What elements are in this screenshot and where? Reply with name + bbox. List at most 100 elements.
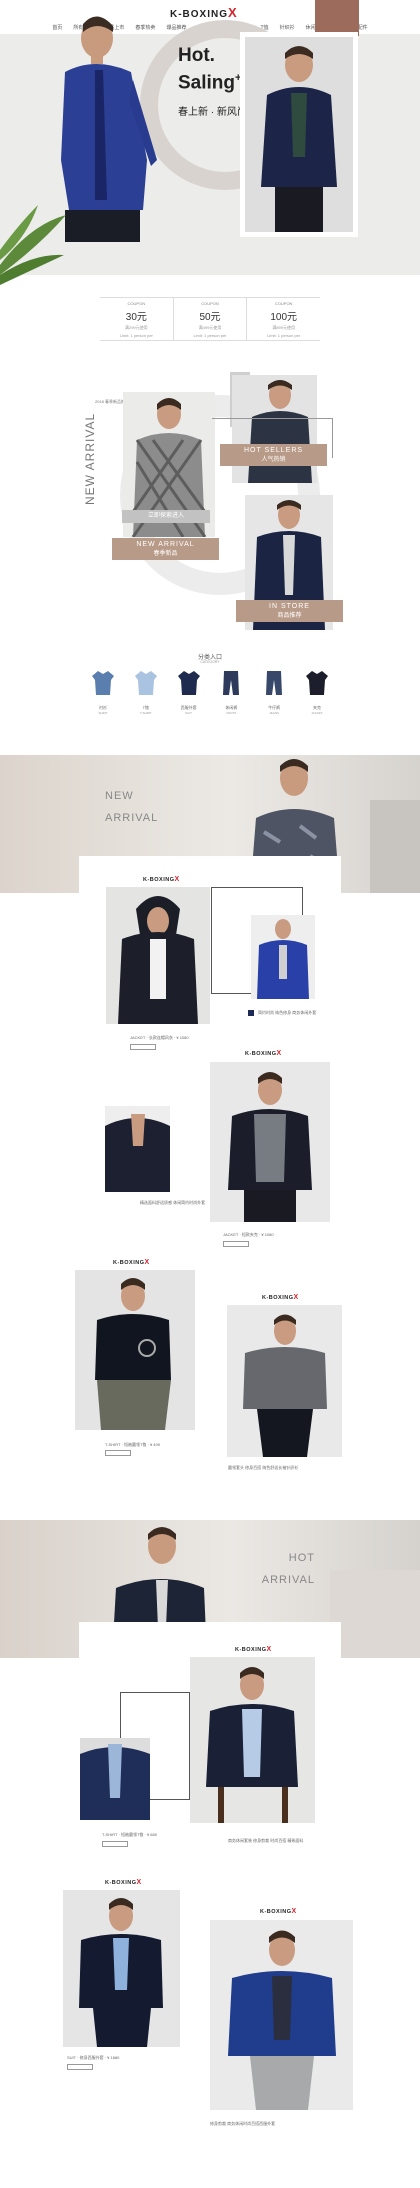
coupon-value: 50元 <box>199 312 221 323</box>
category-list: 衬衫 SHIRT T恤 T-SHIRT 西服外套 SUIT 休闲裤 PANTS 牛仔裤 JEANS… <box>90 670 330 715</box>
coupon-limit: Limit: 1 person per <box>267 333 301 338</box>
product-image[interactable] <box>63 1890 180 2047</box>
product-image[interactable] <box>106 887 210 1024</box>
heading-line2: ARRIVAL <box>105 812 159 824</box>
coupon-condition: 满499元使用 <box>198 325 222 330</box>
product-image[interactable] <box>210 1920 353 2110</box>
shirt-icon <box>92 671 114 695</box>
window-decoration <box>330 1570 420 1658</box>
category-item[interactable]: 衬衫 SHIRT <box>90 670 116 715</box>
logo-text: K-BOXING <box>245 1051 277 1057</box>
buy-button[interactable] <box>223 1241 249 1247</box>
product-image[interactable] <box>251 915 315 999</box>
buy-button[interactable] <box>102 1841 128 1847</box>
connector-line <box>212 418 332 419</box>
coupon-label: COUPON <box>127 301 146 306</box>
heading-line1: NEW <box>105 790 134 802</box>
category-subtitle: CATEGORY <box>200 660 220 664</box>
product-detail-image[interactable] <box>80 1738 150 1820</box>
coupon-value: 30元 <box>125 312 147 323</box>
model-hot-sellers[interactable] <box>232 375 317 483</box>
logo-mark-icon: X <box>293 1294 299 1301</box>
product-desc: 圆领套头 修身百搭 纯色舒适长袖针织衫 <box>228 1465 299 1470</box>
side-vertical-text: NEW ARRIVAL <box>83 412 97 505</box>
coupon-strip: COUPON 30元 满299元使用 Limit: 1 person per C… <box>100 297 320 341</box>
logo-mark-icon: X <box>144 1259 150 1266</box>
jeans-icon <box>266 671 283 695</box>
product-detail-image[interactable] <box>105 1106 170 1192</box>
product-logo: K-BOXINGX <box>143 876 180 883</box>
category-name-en: JEANS <box>269 711 280 715</box>
category-item[interactable]: 夹克 JACKET <box>304 670 330 715</box>
brand-logo[interactable]: K-BOXINGX <box>170 5 238 20</box>
coupon-50[interactable]: COUPON 50元 满499元使用 Limit: 1 person per <box>172 298 247 340</box>
heading-line2: ARRIVAL <box>261 1574 315 1586</box>
nav-item[interactable]: 配件 <box>358 24 368 34</box>
product-image[interactable] <box>75 1270 195 1430</box>
buy-button[interactable] <box>105 1450 131 1456</box>
brand-name: K-BOXING <box>170 9 228 20</box>
product-label: JACKET · 长款连帽风衣 · ¥ 1080 <box>130 1035 189 1040</box>
logo-text: K-BOXING <box>262 1295 294 1301</box>
hero-title: Hot. Saling+ <box>178 45 241 94</box>
tag-en: HOT SELLERS <box>243 447 304 454</box>
buy-button[interactable] <box>67 2064 93 2070</box>
tag-cn: 春季新品 <box>153 551 178 557</box>
coupon-100[interactable]: COUPON 100元 满899元使用 Limit: 1 person per <box>246 298 320 340</box>
coupon-label: COUPON <box>201 301 219 306</box>
product-image[interactable] <box>227 1305 342 1457</box>
coupon-label: COUPON <box>274 301 293 306</box>
category-name-en: T-SHIRT <box>139 711 152 715</box>
category-item[interactable]: 牛仔裤 JEANS <box>261 670 287 715</box>
product-logo: K-BOXINGX <box>235 1646 272 1653</box>
hero-photo-frame[interactable] <box>240 32 358 237</box>
logo-mark-icon: X <box>291 1908 297 1915</box>
logo-mark-icon: X <box>136 1879 142 1886</box>
category-item[interactable]: 休闲裤 PANTS <box>218 670 244 715</box>
category-name-en: JACKET <box>311 711 323 715</box>
logo-mark-icon: X <box>266 1646 272 1653</box>
jacket-icon <box>305 671 328 695</box>
hero-title-line1: Hot. <box>178 45 215 66</box>
buy-button[interactable] <box>130 1044 156 1050</box>
product-label: JACKET · 短款夹克 · ¥ 1080 <box>223 1232 274 1237</box>
hero-title-line2: Saling <box>178 72 236 94</box>
logo-text: K-BOXING <box>113 1260 145 1266</box>
hero-model-left <box>61 16 157 242</box>
category-name-en: PANTS <box>226 711 237 715</box>
tag-cn: 人气热销 <box>261 457 286 463</box>
explore-button[interactable]: 立即探索进入 <box>122 510 210 523</box>
palm-leaf-icon <box>0 205 66 285</box>
category-item[interactable]: T恤 T-SHIRT <box>133 670 159 715</box>
color-swatch <box>248 1010 254 1016</box>
window-decoration <box>370 800 420 893</box>
product-image[interactable] <box>210 1062 330 1222</box>
tag-cn: 商品推荐 <box>277 613 302 619</box>
in-store-tag[interactable]: IN STORE 商品推荐 <box>236 600 343 622</box>
category-item[interactable]: 西服外套 SUIT <box>176 670 202 715</box>
hot-arrival-heading: HOT ARRIVAL <box>262 1547 315 1591</box>
product-logo: K-BOXINGX <box>105 1879 142 1886</box>
logo-mark-icon: X <box>174 876 180 883</box>
category-name-en: SHIRT <box>98 711 108 715</box>
pants-icon <box>223 671 240 695</box>
product-logo: K-BOXINGX <box>113 1259 150 1266</box>
product-desc: 修身剪裁 商务休闲时尚百搭西服外套 <box>210 2121 276 2126</box>
tag-en: IN STORE <box>269 603 310 610</box>
product-logo: K-BOXINGX <box>262 1294 299 1301</box>
coupon-limit: Limit: 1 person per <box>119 333 153 338</box>
logo-text: K-BOXING <box>235 1647 267 1653</box>
connector-line <box>332 418 333 458</box>
hot-sellers-tag[interactable]: HOT SELLERS 人气热销 <box>220 444 327 466</box>
coupon-30[interactable]: COUPON 30元 满299元使用 Limit: 1 person per <box>100 298 173 340</box>
hero-model-right <box>245 37 353 232</box>
suit-icon <box>177 671 200 695</box>
product-image[interactable] <box>190 1657 315 1823</box>
new-arrival-tag[interactable]: NEW ARRIVAL 春季新品 <box>112 538 219 560</box>
hero-accent-square <box>315 0 359 36</box>
product-desc: 精选面料舒适质感 休闲简约时尚外套 <box>140 1200 206 1205</box>
product-logo: K-BOXINGX <box>245 1050 282 1057</box>
product-desc: 简约时尚 纯色修身 商务休闲外套 <box>258 1010 317 1015</box>
coupon-value: 100元 <box>270 312 298 323</box>
logo-text: K-BOXING <box>105 1880 137 1886</box>
